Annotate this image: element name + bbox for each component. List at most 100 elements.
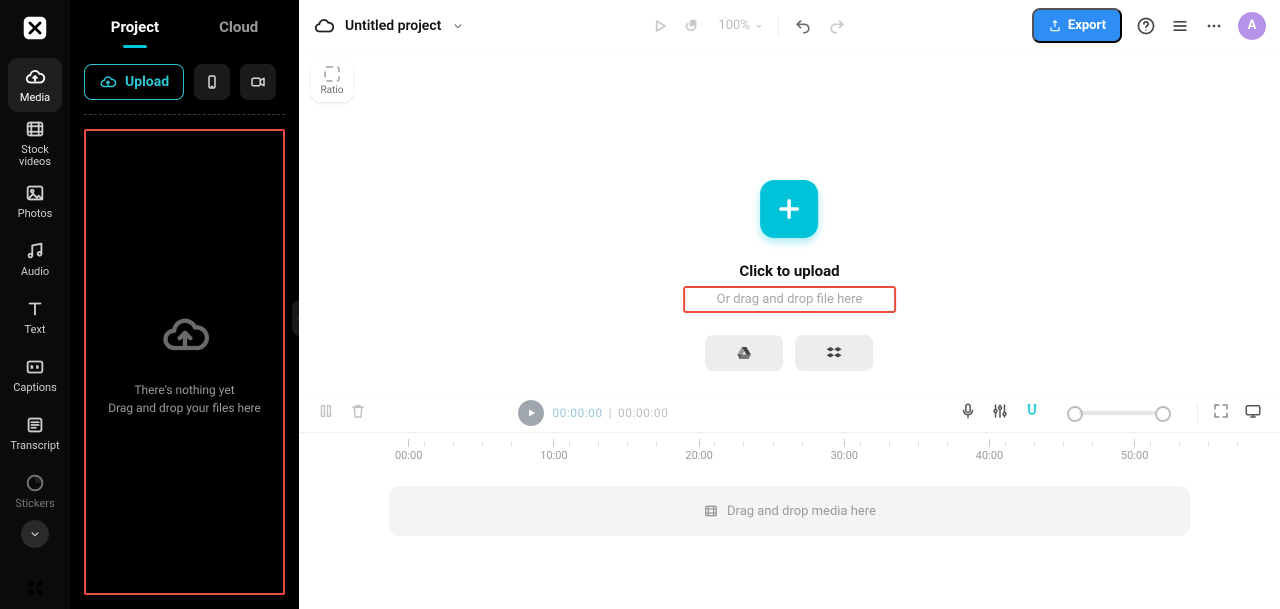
google-drive-icon [734, 344, 754, 362]
cloud-upload-large-icon [157, 309, 213, 361]
cloud-source-row [705, 335, 873, 371]
fullscreen-button[interactable] [1212, 402, 1230, 424]
record-button[interactable] [240, 64, 276, 100]
separator [1197, 403, 1198, 423]
tab-project[interactable]: Project [111, 18, 159, 36]
chevron-down-icon[interactable] [451, 19, 465, 33]
stack-icon [1170, 16, 1190, 36]
play-preview-button[interactable] [650, 16, 670, 36]
ruler-mark: 30:00 [831, 439, 858, 462]
more-menu-button[interactable] [1204, 16, 1224, 36]
timeline-tracks: Drag and drop media here [299, 468, 1280, 609]
rail-item-stock-videos[interactable]: Stock videos [8, 116, 62, 170]
app-logo[interactable] [11, 8, 59, 48]
zoom-slider[interactable] [1079, 411, 1159, 415]
rail-label: Captions [13, 382, 57, 394]
timeline-options-button[interactable] [991, 402, 1009, 424]
click-to-upload-text: Click to upload [739, 262, 839, 280]
rail-bottom-item[interactable] [8, 573, 62, 603]
rail-item-audio[interactable]: Audio [8, 232, 62, 286]
upload-plus-button[interactable] [760, 180, 818, 238]
ruler-mark: 40:00 [976, 439, 1003, 462]
ratio-label: Ratio [320, 85, 343, 96]
rail-item-captions[interactable]: Captions [8, 348, 62, 402]
upload-label: Upload [125, 74, 169, 90]
captions-icon [24, 356, 46, 378]
sliders-icon [991, 402, 1009, 420]
topbar: Untitled project 100% [299, 0, 1280, 52]
phone-import-button[interactable] [194, 64, 230, 100]
export-icon [1048, 19, 1062, 33]
split-button[interactable] [317, 402, 335, 424]
magnet-button[interactable] [1023, 402, 1041, 424]
rail-item-stickers[interactable]: Stickers [8, 464, 62, 518]
voiceover-button[interactable] [959, 402, 977, 424]
rail-more-button[interactable] [21, 520, 49, 548]
rail-label: Stock videos [19, 144, 51, 168]
upload-row: Upload [70, 48, 299, 108]
time-current: 00:00:00 [552, 406, 602, 420]
rail-item-media[interactable]: Media [8, 58, 62, 112]
empty-line2: Drag and drop your files here [108, 401, 261, 415]
main-area: Untitled project 100% [299, 0, 1280, 609]
video-camera-icon [249, 73, 267, 91]
media-dropzone[interactable]: There's nothing yet Drag and drop your f… [84, 129, 285, 595]
zoom-percent[interactable]: 100% [718, 18, 763, 33]
hand-icon [684, 16, 704, 36]
google-drive-button[interactable] [705, 335, 783, 371]
cloud-upload-icon [99, 73, 117, 91]
layers-button[interactable] [1170, 16, 1190, 36]
rail-label: Media [20, 92, 50, 104]
export-label: Export [1068, 18, 1106, 33]
cloud-upload-icon [24, 66, 46, 88]
redo-button[interactable] [827, 16, 847, 36]
hand-tool-button[interactable] [684, 16, 704, 36]
export-button[interactable]: Export [1032, 8, 1122, 43]
divider [84, 114, 285, 115]
dots-icon [1204, 16, 1224, 36]
timeline-ruler[interactable]: 00:0010:0020:0030:0040:0050:00 [299, 432, 1280, 468]
panel-tabs: Project Cloud [70, 0, 299, 48]
chevron-down-icon [28, 527, 42, 541]
play-button[interactable] [518, 400, 544, 426]
rail-item-transcript[interactable]: Transcript [8, 406, 62, 460]
rail-item-text[interactable]: Text [8, 290, 62, 344]
plus-icon [775, 195, 803, 223]
media-track-dropzone[interactable]: Drag and drop media here [389, 486, 1190, 536]
help-icon [1136, 16, 1156, 36]
rail-item-photos[interactable]: Photos [8, 174, 62, 228]
dropbox-button[interactable] [795, 335, 873, 371]
ruler-mark: 20:00 [685, 439, 712, 462]
left-rail: Media Stock videos Photos Audio Text Cap… [0, 0, 70, 609]
image-icon [24, 182, 46, 204]
help-button[interactable] [1136, 16, 1156, 36]
play-outline-icon [650, 16, 670, 36]
phone-icon [203, 73, 221, 91]
film-icon [24, 118, 46, 140]
rail-label: Stickers [15, 498, 54, 510]
ratio-icon [324, 66, 340, 82]
rail-label: Transcript [10, 440, 59, 452]
separator [778, 16, 779, 36]
fullscreen-icon [1212, 402, 1230, 420]
split-icon [317, 402, 335, 420]
monitor-icon [1244, 402, 1262, 420]
grid-icon [25, 578, 45, 598]
ratio-button[interactable]: Ratio [311, 60, 353, 102]
undo-button[interactable] [793, 16, 813, 36]
music-icon [24, 240, 46, 262]
undo-icon [793, 16, 813, 36]
redo-icon [827, 16, 847, 36]
drag-hint-text: Or drag and drop file here [683, 286, 897, 313]
track-drop-hint: Drag and drop media here [727, 504, 876, 519]
monitor-button[interactable] [1244, 402, 1262, 424]
project-title[interactable]: Untitled project [345, 18, 441, 34]
timeline-controls: 00:00:00 | 00:00:00 [299, 392, 1280, 432]
chevron-down-icon [754, 21, 764, 31]
upload-button[interactable]: Upload [84, 64, 184, 100]
user-avatar[interactable]: A [1238, 12, 1266, 40]
delete-button[interactable] [349, 402, 367, 424]
tab-cloud[interactable]: Cloud [219, 18, 258, 36]
mic-icon [959, 402, 977, 420]
rail-label: Text [25, 324, 46, 336]
